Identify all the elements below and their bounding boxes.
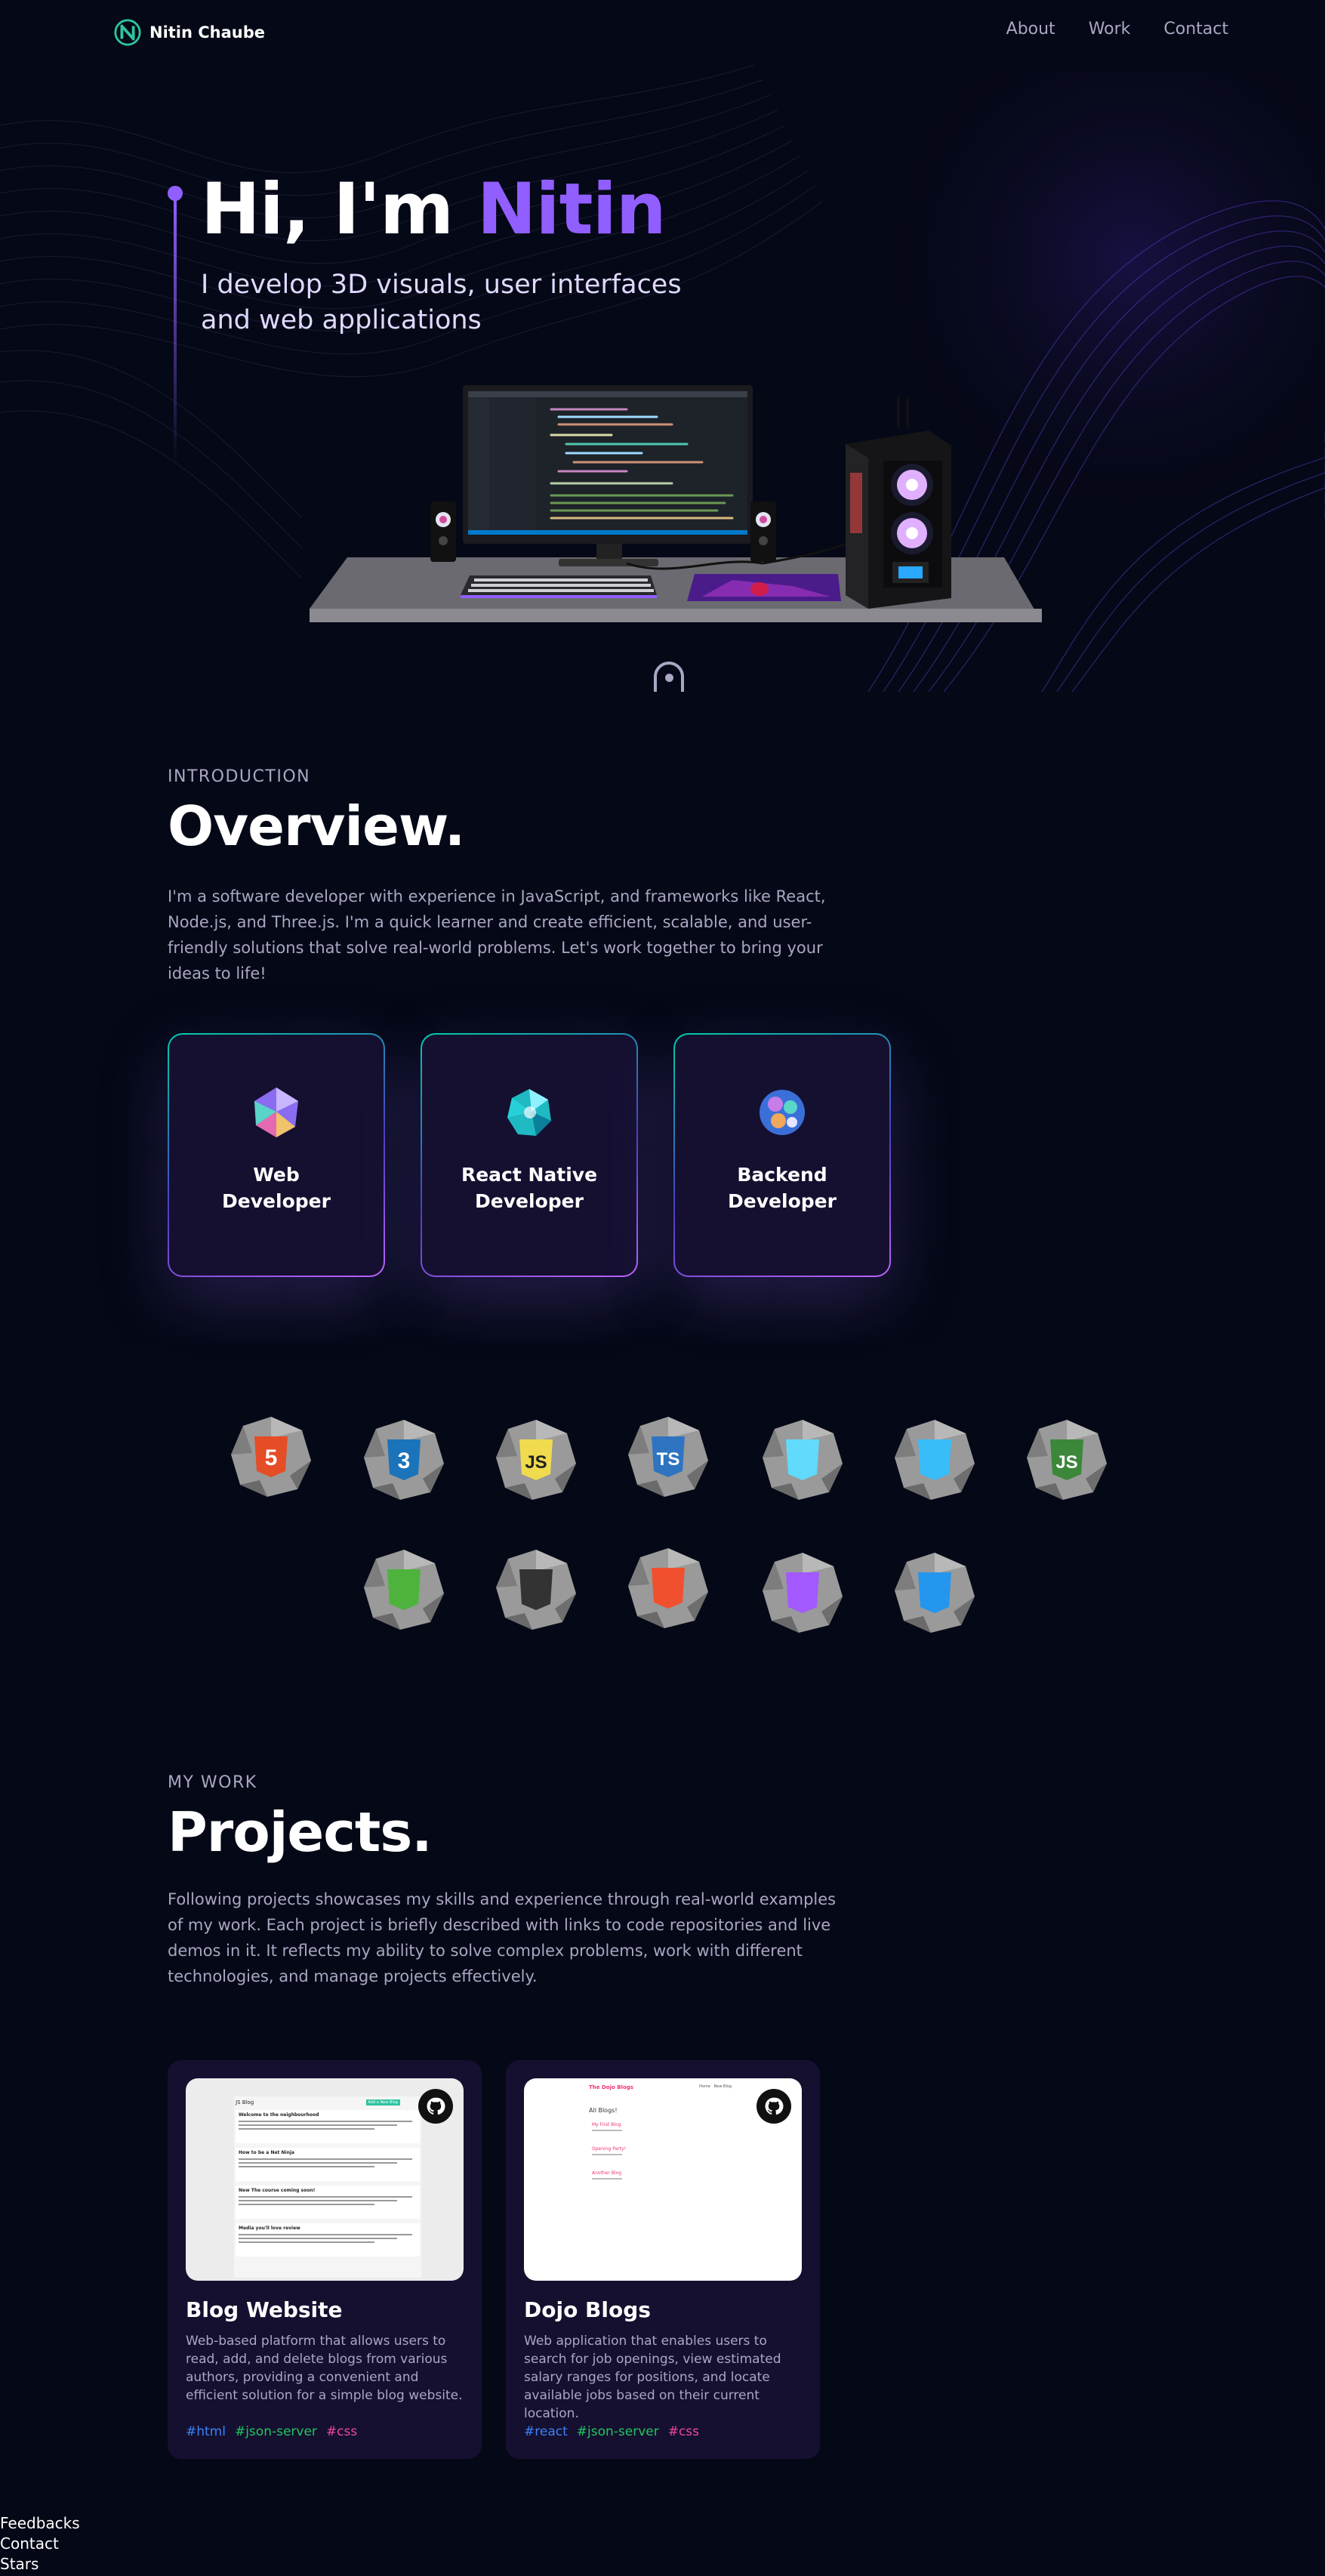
service-card-inner: Web Developer	[169, 1035, 384, 1276]
screenshot-post-title: Welcome to the neighbourhood	[239, 2112, 319, 2118]
overview-heading: Overview.	[168, 794, 465, 858]
service-title: React Native Developer	[461, 1164, 598, 1212]
service-card-inner: Backend Developer	[675, 1035, 889, 1276]
service-title: Web Developer	[222, 1164, 331, 1212]
tech-label: TS	[657, 1449, 680, 1470]
work-text: Following projects showcases my skills a…	[168, 1890, 837, 1985]
brand-link[interactable]: Nitin Chaube	[113, 18, 265, 47]
brand-name: Nitin Chaube	[149, 23, 266, 42]
screenshot-post-title: How to be a Net Ninja	[239, 2150, 294, 2155]
computer-desk-3d-model[interactable]	[310, 382, 1042, 669]
screenshot-post-title: My First Blog	[592, 2122, 621, 2127]
screenshot-header: The Dojo Blogs	[589, 2084, 633, 2090]
screenshot-post-title: Opening Party!	[592, 2146, 627, 2152]
service-card-backend[interactable]: Backend Developer	[673, 1033, 891, 1277]
git-icon[interactable]	[627, 1547, 710, 1630]
nav-link-contact[interactable]: Contact	[1163, 20, 1228, 39]
scroll-down-indicator[interactable]	[654, 662, 684, 692]
footer-link-feedbacks[interactable]: Feedbacks	[0, 2513, 80, 2534]
screenshot-post: Welcome to the neighbourhood	[236, 2110, 420, 2143]
navbar: Nitin Chaube About Work Contact	[0, 0, 1325, 65]
screenshot-add-button: Add a New Blog	[365, 2099, 400, 2106]
nav-links: About Work Contact	[1006, 20, 1228, 39]
threejs-icon[interactable]	[495, 1548, 578, 1631]
web-developer-icon	[254, 1087, 298, 1137]
nav-link-work[interactable]: Work	[1089, 20, 1131, 39]
tech-label: 3	[398, 1448, 411, 1473]
screenshot-nav: Home New Blog	[699, 2084, 732, 2089]
github-icon	[427, 2097, 445, 2115]
github-icon	[765, 2097, 784, 2115]
javascript-icon[interactable]: JS	[495, 1418, 578, 1501]
screenshot-header: JS Blog	[236, 2099, 254, 2106]
screenshot-post-title: Media you'll love review	[239, 2226, 300, 2231]
github-link-button[interactable]	[418, 2089, 453, 2124]
docker-icon[interactable]	[893, 1551, 976, 1634]
project-tag: #html	[186, 2424, 226, 2439]
screenshot-post: Media you'll love review	[236, 2223, 420, 2257]
css3-icon[interactable]: 3	[362, 1418, 445, 1501]
screenshot-post-title: Another Blog	[592, 2170, 622, 2176]
nodejs-icon[interactable]: JS	[1025, 1418, 1108, 1501]
service-card-web[interactable]: Web Developer	[168, 1033, 385, 1277]
typescript-icon[interactable]: TS	[627, 1415, 710, 1498]
screenshot-page: JS Blog Add a New Blog Welcome to the ne…	[234, 2096, 421, 2278]
project-card-blog-website[interactable]: JS Blog Add a New Blog Welcome to the ne…	[168, 2060, 482, 2459]
tech-label: 5	[265, 1445, 278, 1470]
service-card-react-native[interactable]: React Native Developer	[421, 1033, 638, 1277]
html5-icon[interactable]: 5	[230, 1415, 313, 1498]
tech-label: JS	[525, 1452, 547, 1473]
screenshot-list-title: All Blogs!	[589, 2107, 618, 2114]
project-screenshot: JS Blog Add a New Blog Welcome to the ne…	[186, 2078, 464, 2281]
hero-name: Nitin	[476, 168, 667, 251]
project-description: Web-based platform that allows users to …	[186, 2334, 463, 2403]
project-title: Blog Website	[186, 2297, 343, 2322]
project-card-dojo-blogs[interactable]: The Dojo Blogs Home New Blog All Blogs! …	[506, 2060, 820, 2459]
hero-section: Hi, I'm Nitin I develop 3D visuals, user…	[0, 65, 1325, 692]
footer-link-contact[interactable]: Contact	[0, 2534, 59, 2554]
project-screenshot: The Dojo Blogs Home New Blog All Blogs! …	[524, 2078, 802, 2281]
project-tag: #css	[325, 2424, 358, 2439]
project-description: Web application that enables users to se…	[524, 2334, 781, 2421]
project-tags: #html #json-server #css	[186, 2424, 357, 2439]
github-link-button[interactable]	[756, 2089, 791, 2124]
project-tag: #css	[667, 2424, 700, 2439]
work-heading: Projects.	[168, 1800, 433, 1864]
screenshot-post-title: New The course coming soon!	[239, 2188, 316, 2193]
project-title: Dojo Blogs	[524, 2297, 651, 2322]
overview-subtitle: INTRODUCTION	[168, 767, 311, 786]
screenshot-post: New The course coming soon!	[236, 2186, 420, 2219]
logo-icon	[114, 19, 141, 46]
react-icon[interactable]	[761, 1418, 844, 1501]
service-card-inner: React Native Developer	[422, 1035, 636, 1276]
work-subtitle: MY WORK	[168, 1773, 257, 1792]
figma-icon[interactable]	[761, 1551, 844, 1634]
footer-link-stars[interactable]: Stars	[0, 2554, 39, 2574]
tailwind-icon[interactable]	[893, 1418, 976, 1501]
tech-label: JS	[1055, 1452, 1077, 1473]
project-tag: #json-server	[234, 2424, 317, 2439]
react-native-developer-icon	[507, 1089, 551, 1136]
overview-text: I'm a software developer with experience…	[168, 887, 826, 983]
hero-accent-line	[168, 186, 183, 465]
backend-developer-icon	[760, 1090, 805, 1135]
project-tag: #react	[524, 2424, 568, 2439]
hero-title: Hi, I'm Nitin	[201, 168, 667, 251]
scroll-dot	[665, 674, 673, 682]
project-tag: #json-server	[576, 2424, 659, 2439]
hero-subtitle: I develop 3D visuals, user interfaces an…	[201, 270, 682, 336]
mongodb-icon[interactable]	[362, 1548, 445, 1631]
screenshot-post: How to be a Net Ninja	[236, 2148, 420, 2181]
service-title: Backend Developer	[728, 1164, 837, 1212]
project-tags: #react #json-server #css	[524, 2424, 699, 2439]
hero-greeting: Hi, I'm	[201, 168, 477, 251]
nav-link-about[interactable]: About	[1006, 20, 1055, 39]
